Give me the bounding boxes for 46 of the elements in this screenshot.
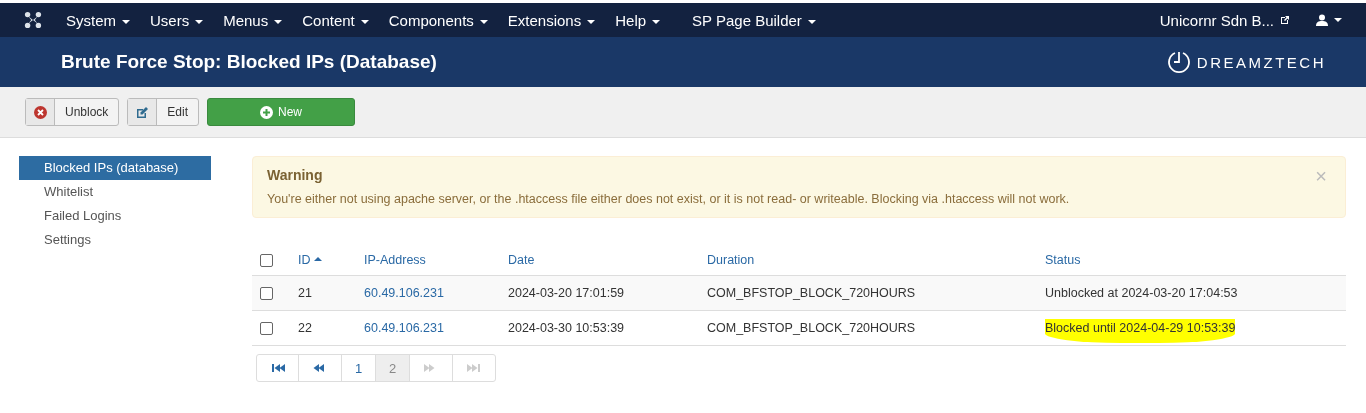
row-checkbox[interactable] (260, 287, 273, 301)
ip-link[interactable]: 60.49.106.231 (364, 321, 444, 336)
logo-icon (1166, 49, 1191, 75)
select-all-checkbox[interactable] (260, 254, 273, 268)
column-header[interactable]: Date (508, 253, 535, 268)
column-header[interactable]: Status (1045, 253, 1081, 268)
menu-item[interactable]: Extensions (497, 11, 606, 29)
plus-icon (260, 105, 274, 119)
table-cell: Unblocked at 2024-03-20 17:04:53 (1045, 286, 1238, 301)
sidebar-item[interactable]: Failed Logins (19, 204, 211, 228)
table-cell: Blocked until 2024-04-29 10:53:39 (1045, 319, 1236, 344)
alert-message: You're either not using apache server, or the .htaccess file either does not exist, or it is not read- or writeable. Blocking via .htaccess will not work. (267, 192, 1071, 206)
alert-title: Warning (267, 167, 323, 183)
table-cell: COM_BFSTOP_BLOCK_720HOURS (707, 321, 916, 336)
double-arrow-icon (313, 363, 327, 374)
menu-item[interactable]: Users (140, 11, 214, 29)
menu-item[interactable]: Menus (213, 11, 293, 29)
edit-button[interactable]: Edit (127, 98, 200, 126)
logo-icon[interactable] (24, 11, 42, 29)
sidebar-item[interactable]: Whitelist (19, 180, 211, 204)
table-cell: 2024-03-30 10:53:39 (508, 321, 625, 336)
skip-icon (270, 363, 285, 374)
column-header[interactable]: Duration (707, 253, 755, 268)
skip-icon (467, 363, 481, 374)
edit-icon (135, 105, 149, 119)
page-title: Brute Force Stop: Blocked IPs (Database) (61, 51, 438, 73)
menu-item[interactable]: Help (605, 11, 671, 29)
menu-item[interactable]: SP Page Builder (682, 11, 826, 29)
close-circle-icon (33, 105, 47, 119)
table-cell: 2024-03-20 17:01:59 (508, 286, 625, 301)
table-cell: 21 (298, 286, 312, 301)
menu-item[interactable]: Content (292, 11, 379, 29)
column-header[interactable]: IP-Address (364, 253, 426, 268)
menu-item[interactable]: System (56, 11, 140, 29)
external-link-icon (1280, 15, 1290, 25)
sidebar-item[interactable]: Blocked IPs (database) (19, 156, 211, 180)
table-cell: COM_BFSTOP_BLOCK_720HOURS (707, 286, 916, 301)
brand-name: DREAMZTECH (1196, 53, 1326, 71)
row-checkbox[interactable] (260, 322, 273, 336)
site-link[interactable]: Unicornr Sdn B... (1149, 11, 1284, 29)
unblock-button[interactable]: Unblock (25, 98, 120, 126)
table-cell: 22 (298, 321, 312, 336)
sidebar-item[interactable]: Settings (19, 228, 211, 252)
column-header[interactable]: ID (298, 253, 322, 268)
menu-item[interactable]: Components (378, 11, 498, 29)
user-menu[interactable] (1316, 14, 1342, 26)
